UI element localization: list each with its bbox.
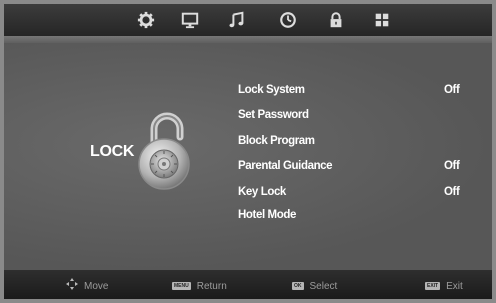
lock-icon: [330, 12, 342, 28]
hint-move-label: Move: [84, 280, 109, 292]
hint-move: Move: [66, 277, 109, 295]
hint-bar: Move MENU Return OK Select EXIT Exit: [4, 270, 492, 299]
gear-icon: [137, 11, 155, 29]
hint-return: MENU Return: [172, 280, 227, 292]
tab-time[interactable]: [278, 10, 298, 30]
hint-exit-label: Exit: [446, 280, 463, 292]
menu-item-block-program[interactable]: Block Program: [238, 135, 315, 155]
exit-key-icon: EXIT: [425, 282, 441, 290]
tab-picture[interactable]: [136, 10, 156, 30]
menu-value-parental-guidance: Off: [444, 160, 460, 172]
hint-exit: EXIT Exit: [425, 280, 463, 292]
ok-key-icon: OK: [292, 282, 304, 290]
lock-menu-panel: LOCK Lock System Off Set Password Block …: [4, 43, 492, 270]
hint-return-label: Return: [196, 280, 227, 292]
menu-item-label: Key Lock: [238, 186, 286, 198]
osd-menu-window: LOCK Lock System Off Set Password Block …: [4, 4, 492, 299]
menu-item-label: Block Program: [238, 135, 315, 147]
menu-item-label: Parental Guidance: [238, 160, 333, 172]
menu-item-label: Hotel Mode: [238, 209, 296, 221]
menu-item-hotel-mode[interactable]: Hotel Mode: [238, 209, 296, 229]
menu-value-key-lock: Off: [444, 186, 460, 198]
tab-lock[interactable]: [326, 10, 346, 30]
monitor-icon: [181, 12, 199, 29]
menu-item-lock-system[interactable]: Lock System: [238, 84, 305, 104]
clock-icon: [280, 12, 296, 28]
page-title: LOCK: [90, 143, 135, 160]
header-divider: [4, 36, 492, 43]
menu-value-lock-system: Off: [444, 84, 460, 96]
move-arrows-icon: [66, 277, 78, 295]
music-note-icon: [229, 11, 244, 28]
menu-item-parental-guidance[interactable]: Parental Guidance: [238, 160, 333, 180]
grid-icon: [375, 13, 389, 27]
menu-tab-bar: [4, 4, 492, 37]
hint-select: OK Select: [292, 280, 337, 292]
menu-item-set-password[interactable]: Set Password: [238, 109, 309, 129]
menu-item-key-lock[interactable]: Key Lock: [238, 186, 286, 206]
padlock-icon: [138, 112, 190, 190]
tab-setup[interactable]: [372, 10, 392, 30]
hint-select-label: Select: [309, 280, 338, 292]
tab-screen[interactable]: [180, 10, 200, 30]
menu-key-icon: MENU: [172, 282, 191, 290]
tab-sound[interactable]: [227, 10, 247, 30]
menu-item-label: Set Password: [238, 109, 309, 121]
menu-item-label: Lock System: [238, 84, 305, 96]
